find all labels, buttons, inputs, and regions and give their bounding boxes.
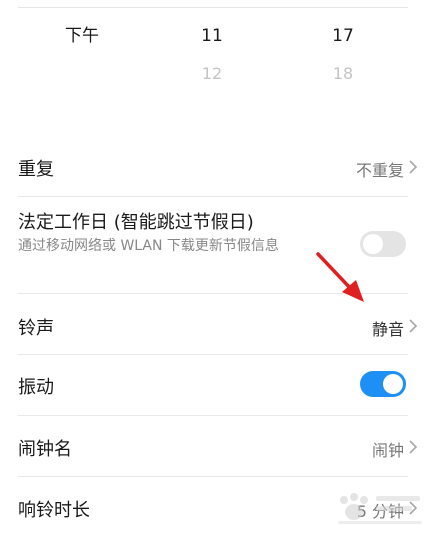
holiday-skip-label: 法定工作日 (智能跳过节假日) [18, 212, 254, 233]
ringtone-label: 铃声 [18, 318, 54, 339]
hour-next: 12 [201, 64, 223, 83]
alarm-name-row[interactable]: 闹钟名 闹钟 [0, 416, 434, 476]
vibration-toggle[interactable] [360, 371, 406, 397]
chevron-right-icon [409, 319, 418, 333]
hour-selected: 11 [201, 26, 223, 46]
alarm-name-value: 闹钟 [371, 441, 404, 460]
minute-next: 18 [332, 64, 354, 83]
period-selected: 下午 [65, 26, 99, 46]
chevron-right-icon [409, 160, 418, 174]
minute-wheel[interactable]: 17 18 [318, 20, 368, 87]
top-divider [18, 7, 408, 8]
hour-wheel[interactable]: 11 12 [187, 20, 237, 87]
alarm-name-label: 闹钟名 [18, 439, 72, 460]
holiday-skip-subtitle: 通过移动网络或 WLAN 下载更新节假信息 [18, 238, 279, 254]
repeat-value: 不重复 [355, 161, 404, 180]
ringtone-value: 静音 [371, 320, 404, 339]
repeat-label: 重复 [18, 159, 54, 180]
vibration-label: 振动 [18, 377, 54, 398]
vibration-row[interactable]: 振动 [0, 355, 434, 415]
minute-selected: 17 [332, 26, 354, 46]
repeat-row[interactable]: 重复 不重复 [0, 136, 434, 196]
chevron-right-icon [409, 440, 418, 454]
annotation-arrow-icon [316, 252, 364, 302]
period-wheel[interactable]: 下午 [50, 20, 114, 52]
alarm-settings-screen: 下午 11 12 17 18 重复 不重复 法定工作日 (智能跳过节假日) 通过… [0, 0, 434, 537]
ring-duration-label: 响铃时长 [18, 500, 90, 521]
toggle-knob [383, 374, 403, 394]
watermark-logo-icon [338, 493, 422, 524]
